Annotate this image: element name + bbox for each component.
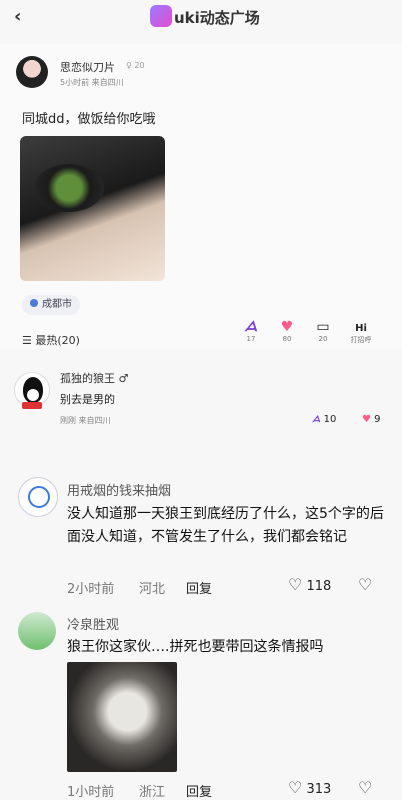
post-author-tags: ♀ 20 bbox=[126, 61, 145, 70]
comment3-text: 狼王你这家伙….拼死也要带回这条情报吗 bbox=[67, 639, 324, 655]
comment3-time: 1小时前 bbox=[67, 785, 115, 800]
comment3-name[interactable]: 冷泉胜观 bbox=[67, 614, 119, 633]
comment1-meta: 刚刚 来自四川 bbox=[60, 416, 111, 425]
post-photo[interactable] bbox=[20, 136, 165, 281]
comment2-region: 河北 bbox=[139, 582, 166, 597]
comment2-name[interactable]: 用戒烟的钱来抽烟 bbox=[67, 480, 171, 499]
comment3-dislike-icon[interactable]: ♡ bbox=[358, 778, 372, 797]
comment-count: 20 bbox=[318, 335, 328, 343]
comment1-avatar-badge bbox=[22, 402, 42, 409]
comment3-avatar[interactable] bbox=[18, 612, 56, 650]
comment3-image[interactable] bbox=[67, 662, 177, 772]
heart-icon: ♥ bbox=[280, 319, 294, 335]
comment1-gift-count: 10 bbox=[323, 414, 337, 425]
gift-count: 17 bbox=[246, 335, 256, 343]
like-count: 80 bbox=[282, 335, 292, 343]
comment2-avatar[interactable] bbox=[18, 477, 58, 517]
greet-button[interactable]: Hi 打招呼 bbox=[346, 316, 376, 345]
comment2-dislike-icon[interactable]: ♡ bbox=[358, 575, 372, 594]
post-author-name[interactable]: 思恋似刀片 bbox=[60, 59, 115, 75]
gift-button[interactable]: ᗋ 17 bbox=[236, 316, 266, 343]
post-meta: 5小时前 来自四川 bbox=[60, 78, 124, 87]
comment1-like-count: 9 bbox=[374, 414, 381, 425]
post-text: 同城dd，做饭给你吃哦 bbox=[22, 112, 156, 127]
greet-label: 打招呼 bbox=[350, 336, 372, 344]
comment3-region: 浙江 bbox=[139, 785, 166, 800]
heart-outline-icon: ♡ bbox=[288, 778, 303, 797]
cooking-pan-image bbox=[34, 164, 104, 212]
comment-icon: ▭ bbox=[316, 319, 330, 335]
comment1-like[interactable]: ♥ 9 bbox=[362, 414, 381, 425]
gift-icon: ᗋ bbox=[244, 319, 258, 335]
post-author-avatar[interactable] bbox=[16, 56, 48, 88]
heart-outline-icon: ♡ bbox=[288, 575, 303, 594]
like-button[interactable]: ♥ 80 bbox=[272, 316, 302, 343]
greet-icon: Hi bbox=[355, 323, 367, 334]
comment3-like[interactable]: ♡ 313 bbox=[288, 778, 331, 797]
cartoon-face-icon bbox=[28, 486, 50, 508]
gift-mark-icon: ᗋ bbox=[312, 415, 321, 425]
comment-button[interactable]: ▭ 20 bbox=[308, 316, 338, 343]
location-pin-icon bbox=[30, 299, 38, 307]
comment1-name[interactable]: 孤独的狼王 ♂ bbox=[60, 370, 128, 386]
comment2-reply-button[interactable]: 回复 bbox=[186, 578, 212, 597]
post-actions: ᗋ 17 ♥ 80 ▭ 20 Hi 打招呼 bbox=[0, 316, 402, 346]
back-icon[interactable]: ‹ bbox=[14, 6, 34, 27]
comment2-like[interactable]: ♡ 118 bbox=[288, 575, 331, 594]
comment2-text: 没人知道那一天狼王到底经历了什么，这5个字的后面没人知道，不管发生了什么，我们都… bbox=[67, 506, 384, 545]
comment3-like-count: 313 bbox=[306, 782, 332, 797]
comment1-text: 别去是男的 bbox=[60, 393, 115, 406]
location-tag[interactable]: 成都市 bbox=[22, 295, 80, 315]
comment2-time: 2小时前 bbox=[67, 582, 115, 597]
app-logo-icon bbox=[150, 5, 172, 27]
comment2-like-count: 118 bbox=[306, 579, 332, 594]
comment3-reply-button[interactable]: 回复 bbox=[186, 781, 212, 800]
comment1-gift[interactable]: ᗋ 10 bbox=[312, 414, 336, 425]
heart-icon: ♥ bbox=[362, 414, 371, 425]
page-title: uki动态广场 bbox=[174, 9, 260, 27]
location-label: 成都市 bbox=[42, 299, 72, 310]
